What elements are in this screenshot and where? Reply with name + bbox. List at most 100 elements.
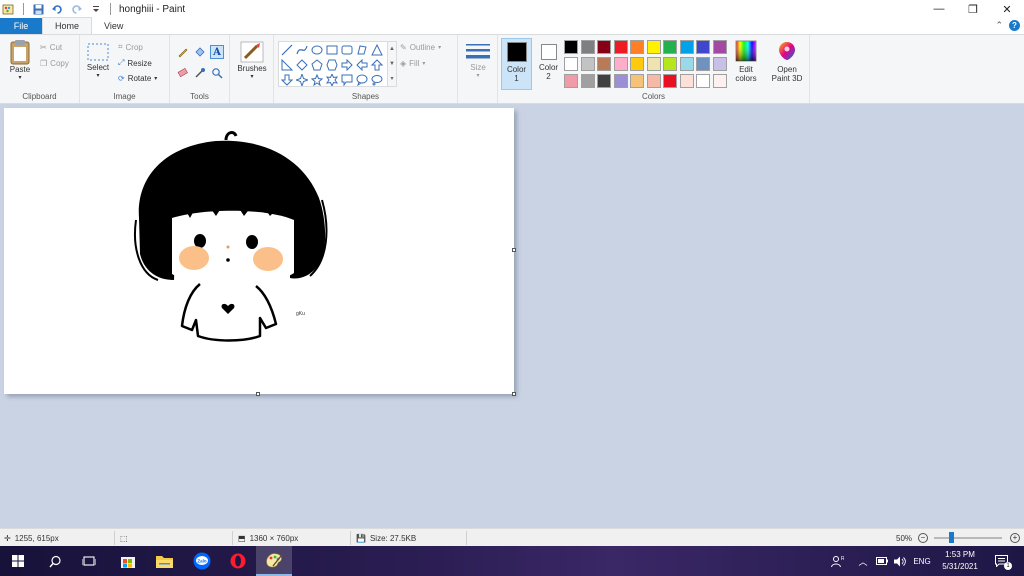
rounded-rectangle-shape-icon[interactable] xyxy=(340,43,354,57)
brushes-button[interactable]: Brushes ▾ xyxy=(234,40,270,80)
palette-swatch[interactable] xyxy=(580,57,595,71)
drawing-canvas[interactable]: gKu xyxy=(4,108,514,394)
restore-button[interactable]: ❐ xyxy=(956,0,990,18)
rectangle-shape-icon[interactable] xyxy=(325,43,339,57)
shapes-scroll[interactable]: ▲ ▼ ▾ xyxy=(388,41,397,87)
right-arrow-shape-icon[interactable] xyxy=(340,58,354,72)
palette-swatch[interactable] xyxy=(696,40,710,54)
action-center-button[interactable]: 1 xyxy=(990,546,1012,576)
palette-swatch[interactable] xyxy=(646,40,661,54)
up-arrow-shape-icon[interactable] xyxy=(370,58,384,72)
text-tool-icon[interactable]: A xyxy=(210,45,224,59)
pentagon-shape-icon[interactable] xyxy=(310,58,324,72)
palette-swatch[interactable] xyxy=(712,40,727,54)
palette-swatch[interactable] xyxy=(646,57,661,71)
save-icon[interactable] xyxy=(32,3,45,16)
input-language[interactable]: ENG xyxy=(910,546,934,576)
tab-view[interactable]: View xyxy=(92,18,135,34)
tab-home[interactable]: Home xyxy=(42,17,93,34)
zoom-slider-thumb[interactable] xyxy=(949,532,954,543)
palette-swatch[interactable] xyxy=(696,57,710,71)
palette-swatch[interactable] xyxy=(646,74,661,88)
palette-swatch[interactable] xyxy=(679,40,694,54)
hexagon-shape-icon[interactable] xyxy=(325,58,339,72)
palette-swatch[interactable] xyxy=(663,74,677,88)
copy-button[interactable]: ❐ Copy xyxy=(40,59,69,68)
palette-swatch[interactable] xyxy=(630,74,644,88)
fill-button[interactable]: ◈ Fill ▾ xyxy=(400,59,425,68)
shapes-more-icon[interactable]: ▾ xyxy=(388,72,396,87)
size-button[interactable]: Size ▾ xyxy=(464,41,492,79)
help-icon[interactable]: ? xyxy=(1009,20,1020,31)
down-arrow-shape-icon[interactable] xyxy=(280,73,294,87)
palette-swatch[interactable] xyxy=(630,57,644,71)
four-point-star-shape-icon[interactable] xyxy=(295,73,309,87)
oval-shape-icon[interactable] xyxy=(310,43,324,57)
zoom-out-icon[interactable]: − xyxy=(918,533,928,543)
paint-app-icon[interactable] xyxy=(2,3,15,16)
canvas-resize-handle-bottom[interactable] xyxy=(256,392,260,396)
pencil-icon[interactable] xyxy=(176,45,190,59)
palette-swatch[interactable] xyxy=(597,40,611,54)
close-button[interactable]: ✕ xyxy=(990,0,1024,18)
taskbar-paint[interactable] xyxy=(256,546,292,576)
polygon-shape-icon[interactable] xyxy=(355,43,369,57)
eraser-icon[interactable] xyxy=(176,66,190,80)
right-triangle-shape-icon[interactable] xyxy=(280,58,294,72)
crop-button[interactable]: ⌗ Crop xyxy=(118,42,143,52)
minimize-button[interactable]: — xyxy=(922,0,956,18)
palette-swatch[interactable] xyxy=(564,40,578,54)
paste-button[interactable]: Paste ▾ xyxy=(6,39,34,81)
diamond-shape-icon[interactable] xyxy=(295,58,309,72)
taskbar-file-explorer[interactable] xyxy=(146,546,182,576)
palette-swatch[interactable] xyxy=(564,57,578,71)
canvas-workspace[interactable]: gKu xyxy=(0,104,1024,528)
taskbar-opera[interactable] xyxy=(220,546,256,576)
palette-swatch[interactable] xyxy=(712,57,727,71)
oval-callout-shape-icon[interactable] xyxy=(355,73,369,87)
start-button[interactable] xyxy=(0,546,36,576)
palette-swatch[interactable] xyxy=(597,57,611,71)
magnifier-icon[interactable] xyxy=(210,66,224,80)
palette-swatch[interactable] xyxy=(613,57,628,71)
shapes-scroll-up-icon[interactable]: ▲ xyxy=(388,42,396,57)
palette-swatch[interactable] xyxy=(679,57,694,71)
palette-swatch[interactable] xyxy=(712,74,727,88)
taskbar-store[interactable] xyxy=(110,546,146,576)
fill-bucket-icon[interactable] xyxy=(193,45,207,59)
palette-swatch[interactable] xyxy=(630,40,644,54)
line-shape-icon[interactable] xyxy=(280,43,294,57)
battery-icon[interactable] xyxy=(874,546,890,576)
palette-swatch[interactable] xyxy=(679,74,694,88)
edit-colors-button[interactable]: Edit colors xyxy=(731,40,761,83)
color2-button[interactable]: Color 2 xyxy=(534,38,563,90)
canvas-resize-handle-right[interactable] xyxy=(512,248,516,252)
search-button[interactable] xyxy=(38,546,72,576)
curve-shape-icon[interactable] xyxy=(295,43,309,57)
outline-button[interactable]: ✎ Outline ▾ xyxy=(400,43,441,52)
taskbar-zalo[interactable]: Zalo xyxy=(184,546,220,576)
color1-button[interactable]: Color 1 xyxy=(501,38,532,90)
palette-swatch[interactable] xyxy=(663,40,677,54)
palette-swatch[interactable] xyxy=(696,74,710,88)
taskbar-clock[interactable]: 1:53 PM 5/31/2021 xyxy=(932,549,988,573)
five-point-star-shape-icon[interactable] xyxy=(310,73,324,87)
volume-icon[interactable] xyxy=(892,546,908,576)
shapes-scroll-down-icon[interactable]: ▼ xyxy=(388,57,396,72)
resize-button[interactable]: ⤢ Resize xyxy=(118,58,152,68)
cloud-callout-shape-icon[interactable] xyxy=(370,73,384,87)
rotate-button[interactable]: ⟳ Rotate ▾ xyxy=(118,74,157,83)
zoom-slider[interactable] xyxy=(934,537,1002,539)
palette-swatch[interactable] xyxy=(613,40,628,54)
redo-icon[interactable] xyxy=(70,3,83,16)
task-view-button[interactable] xyxy=(72,546,106,576)
zoom-in-icon[interactable]: + xyxy=(1010,533,1020,543)
six-point-star-shape-icon[interactable] xyxy=(325,73,339,87)
palette-swatch[interactable] xyxy=(663,57,677,71)
color-picker-icon[interactable] xyxy=(193,66,207,80)
show-hidden-icons-button[interactable]: ︿ xyxy=(852,546,874,576)
palette-swatch[interactable] xyxy=(580,74,595,88)
triangle-shape-icon[interactable] xyxy=(370,43,384,57)
undo-icon[interactable] xyxy=(51,3,64,16)
palette-swatch[interactable] xyxy=(597,74,611,88)
